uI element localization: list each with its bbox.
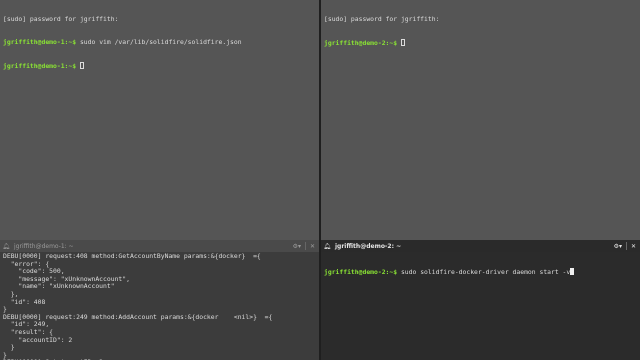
terminal-title: jgriffith@demo-1: ~ (14, 242, 74, 250)
shell-prompt: jgriffith@demo-1:~$ (3, 37, 77, 46)
terminal-line: }, (3, 289, 19, 298)
gear-icon[interactable]: ⚙︎▾ (293, 243, 301, 250)
gear-icon[interactable]: ⚙︎▾ (614, 243, 622, 250)
bell-icon: 🔔︎ (2, 242, 10, 250)
close-icon[interactable]: ✕ (310, 243, 315, 250)
terminal-line: "id": 408 (3, 297, 46, 306)
terminal-line: DEBU[0000] request:249 method:AddAccount… (3, 312, 273, 321)
separator (625, 242, 627, 250)
terminal-line: jgriffith@demo-2:~$ (324, 38, 637, 47)
terminal-titlebar-left[interactable]: 🔔︎ jgriffith@demo-1: ~ ⚙︎▾ ✕ (0, 240, 319, 252)
terminal-line: } (3, 343, 15, 352)
terminal-pane-bottom-left[interactable]: DEBU[0000] request:408 method:GetAccount… (0, 252, 319, 360)
terminal-line: "accountID": 2 (3, 335, 73, 344)
terminal-line: jgriffith@demo-1:~$ (3, 61, 316, 70)
terminal-line: [sudo] password for jgriffith: (324, 15, 440, 24)
terminal-cursor (570, 268, 575, 276)
terminal-line: jgriffith@demo-1:~$ sudo vim /var/lib/so… (3, 37, 316, 47)
terminal-pane-bottom-right[interactable]: jgriffith@demo-2:~$ sudo solidfire-docke… (321, 252, 640, 360)
terminal-title: jgriffith@demo-2: ~ (335, 242, 402, 250)
close-icon[interactable]: ✕ (631, 243, 636, 250)
terminal-pane-top-left[interactable]: [sudo] password for jgriffith: jgriffith… (0, 0, 319, 240)
terminal-output: DEBU[0000] request:408 method:GetAccount… (0, 252, 319, 360)
terminal-line: DEBU[0000] request:408 method:GetAccount… (3, 252, 261, 260)
bell-icon: 🔔︎ (323, 242, 331, 250)
separator (304, 242, 306, 250)
terminal-line: jgriffith@demo-2:~$ sudo solidfire-docke… (324, 268, 637, 276)
shell-prompt: jgriffith@demo-2:~$ (324, 268, 398, 277)
shell-command: sudo solidfire-docker-driver daemon star… (397, 268, 571, 277)
shell-command: sudo vim /var/lib/solidfire/solidfire.js… (76, 37, 242, 46)
shell-prompt: jgriffith@demo-2:~$ (324, 38, 398, 47)
terminal-line: [sudo] password for jgriffith: (3, 15, 119, 24)
terminal-pane-top-right[interactable]: [sudo] password for jgriffith: jgriffith… (321, 0, 640, 240)
terminal-titlebar-right[interactable]: 🔔︎ jgriffith@demo-2: ~ ⚙︎▾ ✕ (321, 240, 640, 252)
terminal-cursor (79, 61, 84, 69)
terminal-line: "name": "xUnknownAccount" (3, 282, 115, 291)
terminal-cursor (400, 38, 405, 46)
shell-prompt: jgriffith@demo-1:~$ (3, 61, 77, 70)
